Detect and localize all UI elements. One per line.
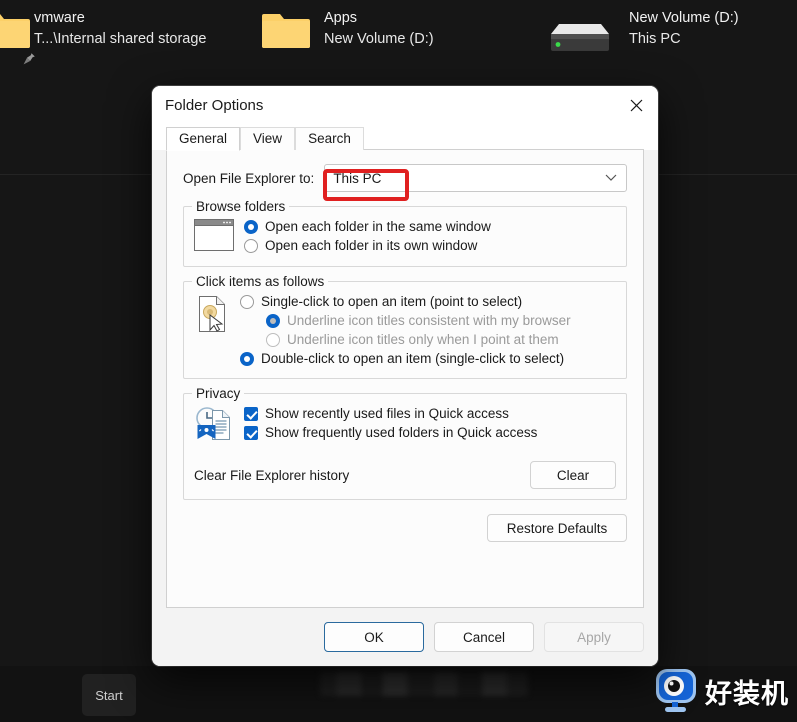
desktop-icon-title: vmware: [34, 10, 85, 26]
desktop-icon-subtitle: T...\Internal shared storage: [34, 31, 207, 47]
watermark-text: 好装机: [705, 678, 789, 709]
start-button[interactable]: Start: [82, 674, 136, 716]
taskbar-pinned-apps-blurred[interactable]: [320, 672, 528, 696]
quick-access-icon: [194, 406, 234, 447]
desktop-icon-subtitle: New Volume (D:): [324, 31, 434, 47]
radio-own-window[interactable]: Open each folder in its own window: [244, 236, 616, 255]
folder-icon: [262, 8, 324, 55]
open-file-explorer-label: Open File Explorer to:: [183, 170, 315, 186]
clear-button[interactable]: Clear: [530, 461, 616, 489]
open-file-explorer-select[interactable]: This PC: [324, 164, 627, 192]
radio-underline-on-hover: Underline icon titles only when I point …: [240, 330, 616, 349]
apply-button: Apply: [544, 622, 644, 652]
click-items-group: Click items as follows Single-click to o…: [183, 274, 627, 379]
desktop-icon-labels: Apps New Volume (D:): [324, 8, 434, 50]
drive-icon: [543, 20, 629, 61]
cancel-button[interactable]: Cancel: [434, 622, 534, 652]
click-items-options: Single-click to open an item (point to s…: [240, 292, 616, 368]
privacy-group: Privacy Show recently used files in Quic…: [183, 386, 627, 500]
radio-same-window[interactable]: Open each folder in the same window: [244, 217, 616, 236]
browse-folders-group: Browse folders Open each folder in the s…: [183, 199, 627, 267]
desktop-icon-labels: vmware T...\Internal shared storage: [34, 8, 207, 50]
general-tab-page: Open File Explorer to: This PC Browse fo…: [166, 150, 644, 608]
folder-icon: [0, 8, 35, 65]
clear-history-label: Clear File Explorer history: [194, 467, 350, 483]
desktop-icon-apps[interactable]: Apps New Volume (D:): [262, 8, 434, 55]
browse-folders-legend: Browse folders: [192, 199, 290, 214]
radio-own-window-label: Open each folder in its own window: [265, 238, 478, 253]
ok-button[interactable]: OK: [324, 622, 424, 652]
clear-history-row: Clear File Explorer history Clear: [194, 461, 616, 489]
restore-defaults-row: Restore Defaults: [183, 514, 627, 542]
tab-search-label: Search: [308, 131, 351, 146]
desktop-icon-labels: New Volume (D:) This PC: [629, 8, 739, 50]
eye-monitor-logo-icon: [656, 669, 696, 712]
desktop-icon-new-volume[interactable]: New Volume (D:) This PC: [543, 8, 739, 61]
restore-defaults-button[interactable]: Restore Defaults: [487, 514, 627, 542]
tab-search[interactable]: Search: [295, 127, 364, 150]
tab-view-label: View: [253, 131, 283, 146]
browse-folders-options: Open each folder in the same window Open…: [244, 217, 616, 255]
checkbox-frequent-folders[interactable]: Show frequently used folders in Quick ac…: [244, 423, 616, 442]
radio-single-click[interactable]: Single-click to open an item (point to s…: [240, 292, 616, 311]
tab-general[interactable]: General: [166, 127, 241, 151]
desktop-icon-vmware[interactable]: vmware T...\Internal shared storage: [0, 8, 207, 65]
radio-underline-on-hover-label: Underline icon titles only when I point …: [287, 332, 559, 347]
dialog-titlebar: Folder Options: [152, 86, 658, 124]
open-file-explorer-row: Open File Explorer to: This PC: [183, 164, 627, 192]
pin-icon: [23, 53, 35, 65]
window-icon: [194, 219, 234, 256]
desktop-icon-title: Apps: [324, 10, 358, 26]
radio-same-window-label: Open each folder in the same window: [265, 219, 491, 234]
radio-double-click-label: Double-click to open an item (single-cli…: [261, 351, 565, 366]
chevron-down-icon: [605, 174, 617, 181]
watermark: 好装机: [655, 668, 789, 714]
radio-single-click-label: Single-click to open an item (point to s…: [261, 294, 523, 309]
radio-indicator: [240, 351, 254, 366]
tab-general-label: General: [179, 131, 228, 146]
desktop-icon-title: New Volume (D:): [629, 10, 739, 26]
close-button[interactable]: [614, 86, 658, 124]
privacy-legend: Privacy: [192, 386, 245, 401]
radio-indicator: [266, 313, 280, 328]
checkbox-indicator: [244, 425, 258, 440]
checkbox-frequent-folders-label: Show frequently used folders in Quick ac…: [265, 425, 538, 440]
dialog-tabstrip: General View Search: [152, 124, 658, 151]
click-items-legend: Click items as follows: [192, 274, 329, 289]
checkbox-indicator: [244, 406, 258, 421]
radio-underline-consistent-label: Underline icon titles consistent with my…: [287, 313, 571, 328]
radio-indicator: [240, 294, 254, 309]
open-file-explorer-value: This PC: [333, 170, 382, 186]
checkbox-recent-files-label: Show recently used files in Quick access: [265, 406, 509, 421]
dialog-footer: OK Cancel Apply: [152, 608, 658, 666]
radio-indicator: [266, 332, 280, 347]
radio-indicator: [244, 238, 258, 253]
folder-options-dialog: Folder Options General View Search Open …: [152, 86, 658, 666]
desktop-icon-subtitle: This PC: [629, 31, 681, 47]
checkbox-recent-files[interactable]: Show recently used files in Quick access: [244, 404, 616, 423]
start-button-label: Start: [95, 687, 123, 703]
close-icon: [630, 99, 642, 111]
click-document-icon: [194, 294, 230, 339]
radio-underline-consistent: Underline icon titles consistent with my…: [240, 311, 616, 330]
radio-indicator: [244, 219, 258, 234]
dialog-title: Folder Options: [165, 96, 264, 114]
radio-double-click[interactable]: Double-click to open an item (single-cli…: [240, 349, 616, 368]
privacy-options: Show recently used files in Quick access…: [244, 404, 616, 442]
tab-view[interactable]: View: [240, 127, 296, 150]
screen: vmware T...\Internal shared storage Apps…: [0, 0, 797, 722]
